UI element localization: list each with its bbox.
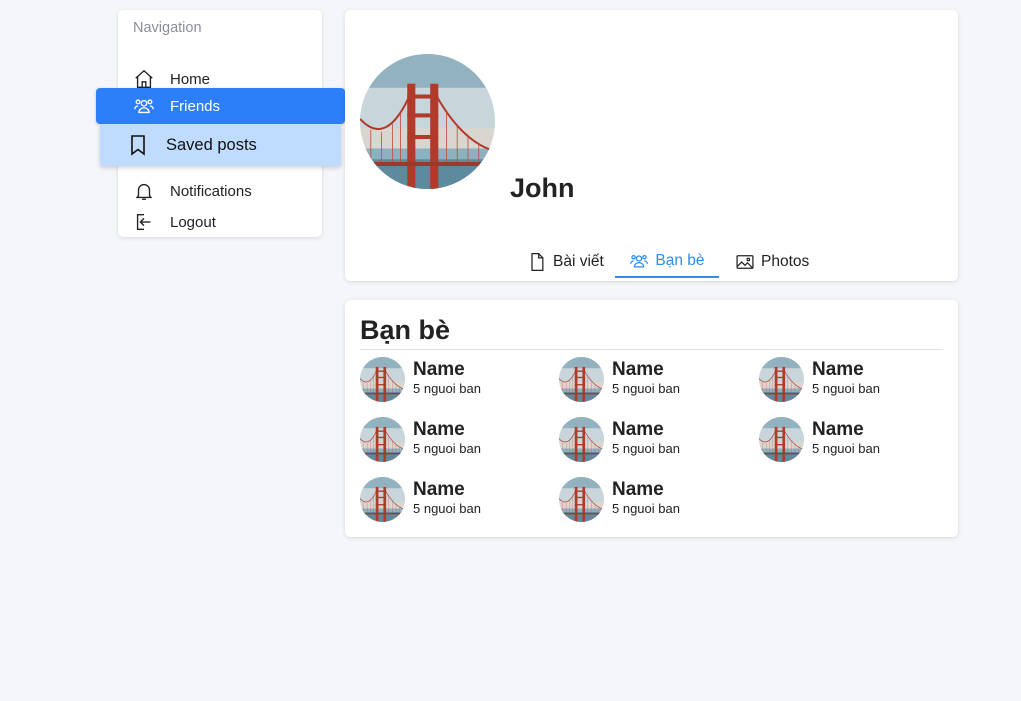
- friend-avatar: [559, 357, 604, 402]
- tab-label: Photos: [761, 253, 810, 270]
- friend-name[interactable]: Name: [413, 479, 465, 501]
- tab-label: Bài viết: [553, 253, 604, 270]
- friend-avatar: [559, 417, 604, 462]
- bookmark-icon: [131, 135, 145, 156]
- friend-count: 5 nguoi ban: [413, 381, 481, 396]
- users-icon: [629, 251, 649, 271]
- friend-avatar: [759, 417, 804, 462]
- users-icon: [133, 95, 155, 117]
- sidebar-item-friends[interactable]: Friends: [96, 88, 345, 124]
- friend-item[interactable]: Name 5 nguoi ban: [559, 477, 749, 523]
- tab-friends[interactable]: Bạn bè: [615, 246, 719, 278]
- friend-count: 5 nguoi ban: [612, 441, 680, 456]
- tab-photos[interactable]: Photos: [735, 246, 809, 278]
- friend-name[interactable]: Name: [612, 479, 664, 501]
- divider: [360, 349, 943, 350]
- logout-icon: [136, 213, 151, 231]
- friend-item[interactable]: Name 5 nguoi ban: [360, 357, 550, 403]
- tab-posts[interactable]: Bài viết: [527, 246, 604, 278]
- profile-card: John Bài viết Bạn bè Photos: [345, 10, 958, 281]
- home-icon: [135, 69, 153, 88]
- image-icon: [736, 255, 754, 269]
- nav-title: Navigation: [133, 20, 202, 36]
- friend-count: 5 nguoi ban: [612, 381, 680, 396]
- friend-avatar: [759, 357, 804, 402]
- friend-name[interactable]: Name: [612, 419, 664, 441]
- friend-count: 5 nguoi ban: [612, 501, 680, 516]
- sidebar-item-logout[interactable]: Logout: [118, 209, 322, 235]
- friend-name[interactable]: Name: [812, 359, 864, 381]
- friend-name[interactable]: Name: [612, 359, 664, 381]
- friend-item[interactable]: Name 5 nguoi ban: [559, 357, 749, 403]
- friend-avatar: [360, 417, 405, 462]
- bell-icon: [135, 183, 153, 200]
- profile-name: John: [510, 173, 575, 203]
- friend-item[interactable]: Name 5 nguoi ban: [360, 417, 550, 463]
- friend-count: 5 nguoi ban: [812, 441, 880, 456]
- friend-avatar: [360, 357, 405, 402]
- friend-count: 5 nguoi ban: [812, 381, 880, 396]
- friend-name[interactable]: Name: [413, 359, 465, 381]
- friend-item[interactable]: Name 5 nguoi ban: [759, 357, 949, 403]
- sidebar-item-label: Home: [170, 70, 211, 88]
- tab-label: Bạn bè: [655, 252, 705, 269]
- friend-count: 5 nguoi ban: [413, 441, 481, 456]
- friend-name[interactable]: Name: [413, 419, 465, 441]
- sidebar-item-label: Friends: [170, 97, 221, 115]
- friend-item[interactable]: Name 5 nguoi ban: [360, 477, 550, 523]
- friends-card: Bạn bè Name 5 nguoi ban Name 5 nguoi ban…: [345, 300, 958, 537]
- friends-title: Bạn bè: [360, 315, 451, 345]
- sidebar-item-label: Saved posts: [166, 135, 257, 154]
- file-icon: [531, 253, 544, 271]
- sidebar-item-label: Notifications: [170, 182, 252, 200]
- sidebar-item-notifications[interactable]: Notifications: [118, 178, 322, 204]
- profile-avatar[interactable]: [360, 54, 495, 189]
- friend-item[interactable]: Name 5 nguoi ban: [759, 417, 949, 463]
- friend-avatar: [559, 477, 604, 522]
- friend-name[interactable]: Name: [812, 419, 864, 441]
- sidebar-item-label: Logout: [170, 213, 216, 231]
- friend-count: 5 nguoi ban: [413, 501, 481, 516]
- friend-avatar: [360, 477, 405, 522]
- friend-item[interactable]: Name 5 nguoi ban: [559, 417, 749, 463]
- sidebar-item-saved-posts[interactable]: Saved posts: [100, 124, 341, 166]
